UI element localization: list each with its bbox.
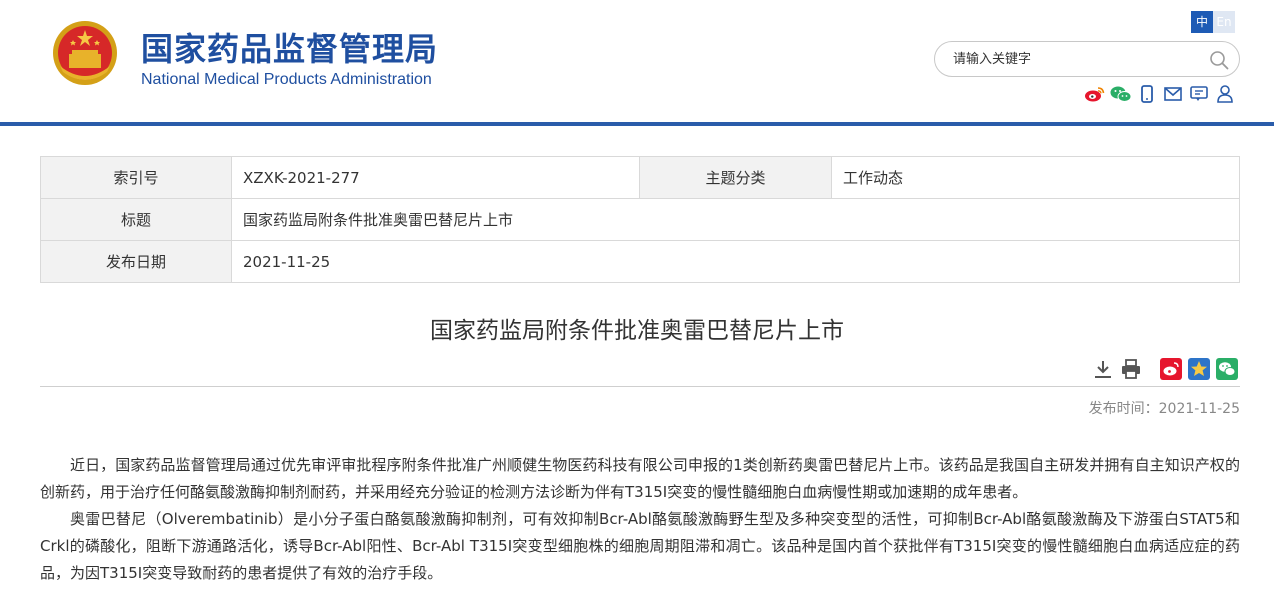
title-label: 标题: [40, 198, 232, 241]
download-icon[interactable]: [1092, 358, 1114, 380]
article-tools: [1092, 358, 1242, 382]
weibo-icon[interactable]: [1084, 84, 1106, 104]
article-body: 近日，国家药品监督管理局通过优先审评审批程序附条件批准广州顺健生物医药科技有限公…: [40, 452, 1240, 587]
wechat-icon[interactable]: [1110, 84, 1132, 104]
wechat-share-icon[interactable]: [1216, 358, 1238, 380]
favorite-icon[interactable]: [1188, 358, 1210, 380]
message-icon[interactable]: [1188, 84, 1210, 104]
lang-zh-button[interactable]: 中: [1191, 11, 1213, 33]
site-title-cn[interactable]: 国家药品监督管理局: [141, 24, 438, 70]
header-bar: [0, 122, 1274, 126]
site-title-en[interactable]: National Medical Products Administration: [141, 71, 432, 89]
info-table: 索引号 XZXK-2021-277 主题分类 工作动态 标题 国家药监局附条件批…: [40, 156, 1240, 283]
national-emblem-icon[interactable]: [52, 20, 118, 86]
search-input[interactable]: [953, 50, 1193, 68]
search-box: [934, 41, 1240, 77]
weibo-share-icon[interactable]: [1160, 358, 1182, 380]
mail-icon[interactable]: [1162, 84, 1184, 104]
index-label: 索引号: [40, 156, 232, 199]
date-label: 发布日期: [40, 240, 232, 283]
index-value: XZXK-2021-277: [231, 156, 640, 199]
social-links: [1084, 84, 1236, 104]
mobile-icon[interactable]: [1136, 84, 1158, 104]
title-value: 国家药监局附条件批准奥雷巴替尼片上市: [231, 198, 1240, 241]
article-paragraph: 近日，国家药品监督管理局通过优先审评审批程序附条件批准广州顺健生物医药科技有限公…: [40, 456, 1240, 501]
print-icon[interactable]: [1120, 358, 1142, 380]
publish-date: 发布时间：2021-11-25: [1088, 401, 1240, 417]
table-row: 索引号 XZXK-2021-277 主题分类 工作动态: [40, 156, 1240, 199]
site-header: 国家药品监督管理局 National Medical Products Admi…: [0, 0, 1274, 122]
user-icon[interactable]: [1214, 84, 1236, 104]
article-title: 国家药监局附条件批准奥雷巴替尼片上市: [430, 318, 844, 344]
date-value: 2021-11-25: [231, 240, 1240, 283]
topic-label: 主题分类: [639, 156, 832, 199]
title-divider: [40, 386, 1240, 387]
search-icon[interactable]: [1209, 50, 1229, 70]
article-paragraph: 奥雷巴替尼（Olverembatinib）是小分子蛋白酪氨酸激酶抑制剂，可有效抑…: [40, 510, 1240, 582]
table-row: 发布日期 2021-11-25: [40, 240, 1240, 283]
lang-en-button[interactable]: En: [1213, 11, 1235, 33]
language-switch: 中 En: [1191, 11, 1235, 33]
table-row: 标题 国家药监局附条件批准奥雷巴替尼片上市: [40, 198, 1240, 241]
topic-value: 工作动态: [831, 156, 1240, 199]
